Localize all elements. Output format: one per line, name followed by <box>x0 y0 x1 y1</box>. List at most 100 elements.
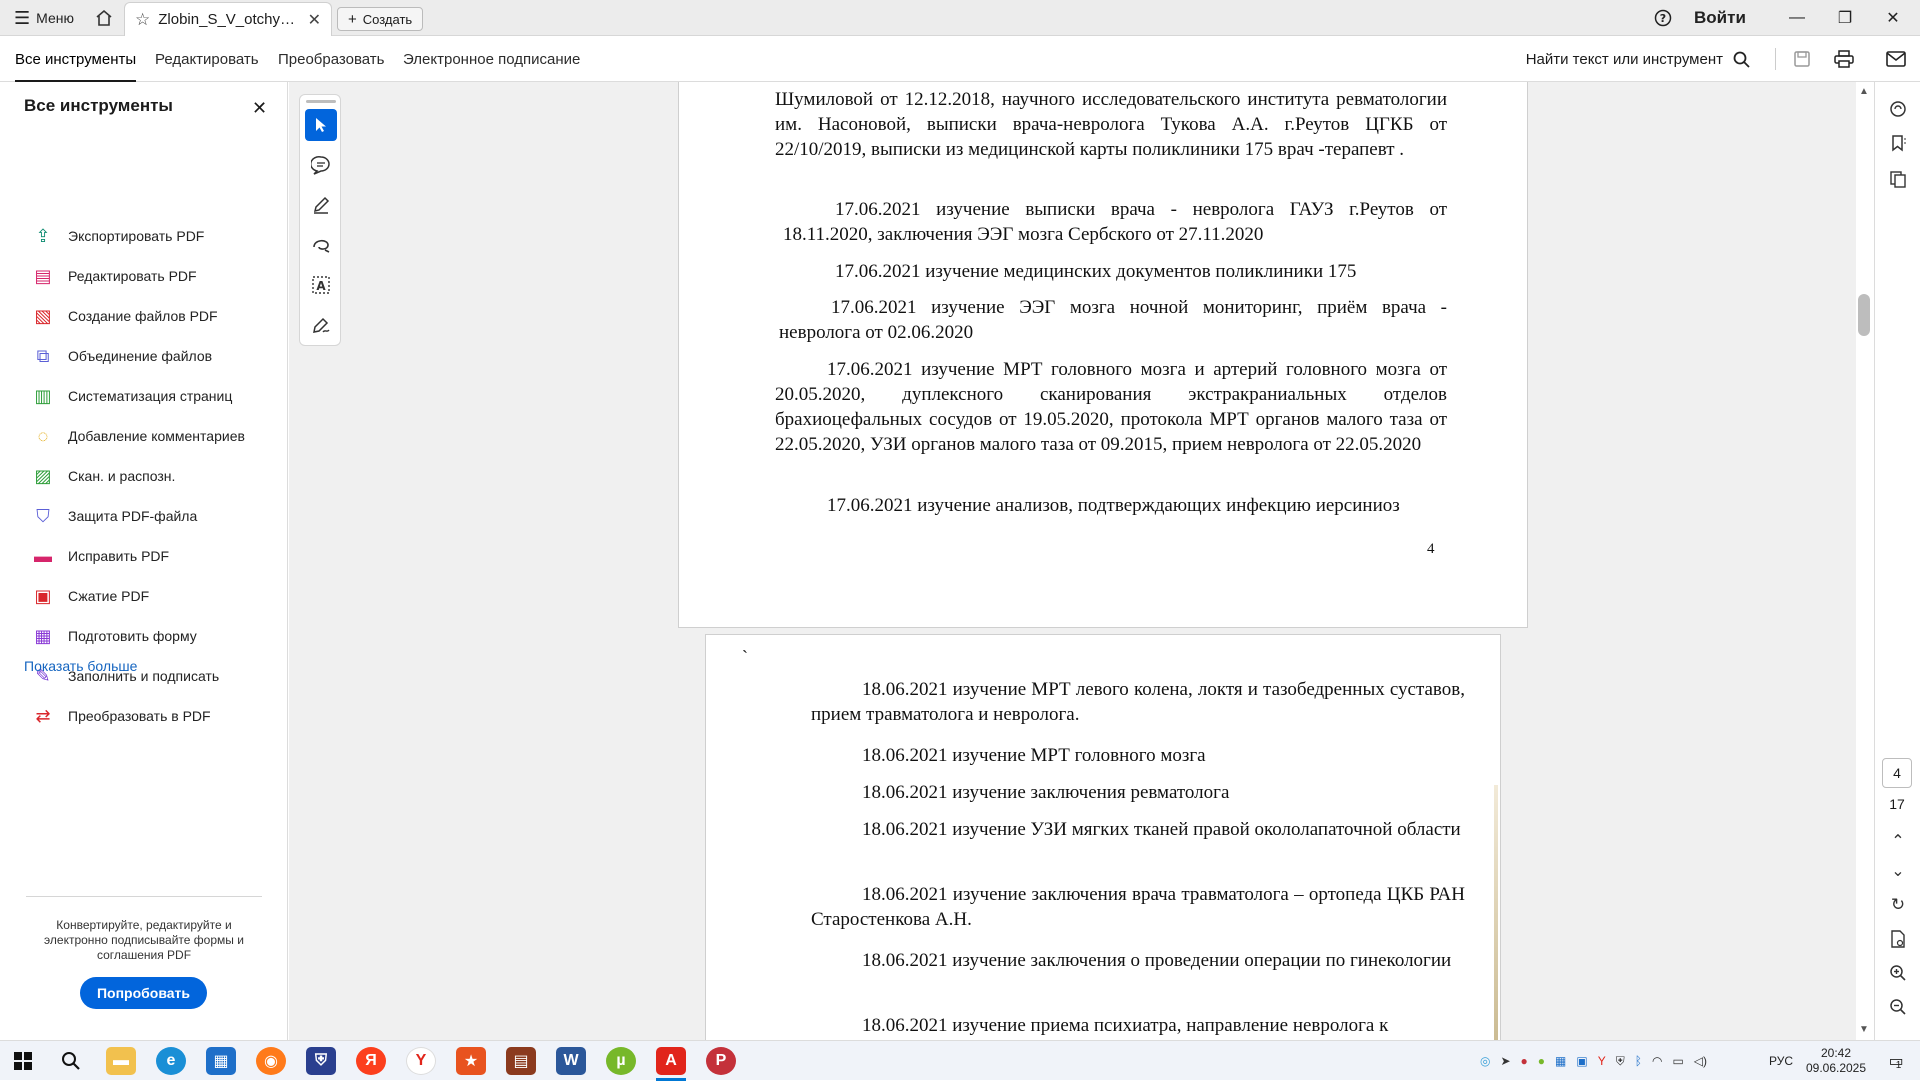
draw-tool-button[interactable] <box>305 229 337 261</box>
document-viewport[interactable]: Шумиловой от 12.12.2018, научного исслед… <box>289 82 1862 1040</box>
document-tab[interactable]: ☆ Zlobin_S_V_otchyot... ✕ <box>124 2 332 36</box>
language-indicator[interactable]: РУС <box>1769 1041 1793 1081</box>
sidebar-item-compress-pdf[interactable]: ▣ Сжатие PDF <box>32 582 149 610</box>
paragraph: 18.06.2021 изучение заключения врача тра… <box>811 884 1465 930</box>
minimize-icon: — <box>1789 9 1805 26</box>
all-tools-panel: Все инструменты ✕ ⇪ Экспортировать PDF ▤ Ре… <box>0 82 288 1040</box>
yandex-browser-app[interactable]: Y <box>406 1047 436 1075</box>
sidebar-item-redact-pdf[interactable]: ▬ Исправить PDF <box>32 542 169 570</box>
sidebar-item-organize-pages[interactable]: ▥ Систематизация страниц <box>32 382 232 410</box>
tab-all-tools[interactable]: Все инструменты <box>15 36 137 82</box>
bluetooth-icon[interactable]: ᛒ <box>1635 1054 1642 1068</box>
comments-panel-button[interactable] <box>1875 94 1920 124</box>
shield-app[interactable]: ⛨ <box>306 1047 336 1075</box>
sidebar-item-protect-pdf[interactable]: ⛉ Защита PDF-файла <box>32 502 197 530</box>
clock-date: 09.06.2025 <box>1805 1061 1867 1075</box>
sidebar-item-label: Защита PDF-файла <box>68 508 198 524</box>
close-window-button[interactable]: ✕ <box>1870 0 1916 36</box>
page-thumbnails-button[interactable] <box>1875 164 1920 194</box>
tray-p-icon[interactable]: ● <box>1521 1054 1528 1068</box>
tray-grid-icon[interactable]: ▦ <box>1555 1054 1566 1068</box>
sidebar-item-export-pdf[interactable]: ⇪ Экспортировать PDF <box>32 222 204 250</box>
restore-button[interactable]: ❐ <box>1822 0 1868 36</box>
sidebar-item-label: Объединение файлов <box>68 348 213 364</box>
minimize-button[interactable]: — <box>1774 0 1820 36</box>
clock[interactable]: 20:42 09.06.2025 <box>1805 1041 1867 1081</box>
try-button[interactable]: Попробовать <box>80 977 207 1009</box>
scroll-up-button[interactable]: ⌃ <box>1875 826 1920 856</box>
utorrent-app[interactable]: µ <box>606 1047 636 1075</box>
battery-icon[interactable]: ▭ <box>1672 1054 1683 1068</box>
comment-tool-button[interactable] <box>305 149 337 181</box>
sidebar-item-comment[interactable]: ◌ Добавление комментариев <box>32 422 245 450</box>
create-button[interactable]: + Создать <box>337 7 424 31</box>
yandex-app[interactable]: Я <box>356 1047 386 1075</box>
sidebar-item-create-pdf[interactable]: ▧ Создание файлов PDF <box>32 302 217 330</box>
scroll-down-button[interactable]: ⌄ <box>1875 856 1920 886</box>
sidebar-item-combine-files[interactable]: ⧉ Объединение файлов <box>32 342 213 370</box>
drag-handle[interactable] <box>306 100 336 103</box>
tray-window-icon[interactable]: ▣ <box>1576 1054 1587 1068</box>
edge-app[interactable]: e <box>156 1047 186 1075</box>
page-display-button[interactable] <box>1875 924 1920 954</box>
tab-convert[interactable]: Преобразовать <box>278 36 384 82</box>
scroll-up-icon[interactable]: ▲ <box>1859 86 1869 97</box>
sign-tool-button[interactable] <box>305 309 337 341</box>
tab-edit[interactable]: Редактировать <box>155 36 259 82</box>
menu-button[interactable]: ☰ Меню <box>14 0 74 36</box>
scroll-down-icon[interactable]: ▼ <box>1859 1024 1869 1035</box>
print-button[interactable] <box>1826 36 1862 82</box>
text-select-tool-button[interactable]: A <box>305 269 337 301</box>
bookmarks-button[interactable] <box>1875 128 1920 158</box>
start-button[interactable] <box>8 1047 38 1075</box>
sidebar-item-scan-ocr[interactable]: ▨ Скан. и распозн. <box>32 462 175 490</box>
sidebar-item-convert-to-pdf[interactable]: ⇄ Преобразовать в PDF <box>32 702 211 730</box>
compress-pdf-icon: ▣ <box>34 585 52 606</box>
sign-in-button[interactable]: Войти <box>1694 0 1746 36</box>
home-button[interactable] <box>92 0 116 36</box>
acrobat-app[interactable]: A <box>656 1047 686 1075</box>
close-tab-icon[interactable]: ✕ <box>308 10 321 30</box>
select-tool-button[interactable] <box>305 109 337 141</box>
zoom-out-button[interactable] <box>1875 992 1920 1022</box>
tab-e-sign[interactable]: Электронное подписание <box>403 36 580 82</box>
show-more-link[interactable]: Показать больше <box>24 658 137 674</box>
close-panel-icon[interactable]: ✕ <box>252 98 267 119</box>
game-app[interactable]: ★ <box>456 1047 486 1075</box>
tray-utorrent-icon[interactable]: ● <box>1538 1054 1545 1068</box>
paragraph: 17.06.2021 изучение медицинских документ… <box>835 261 1357 282</box>
telegram-icon[interactable]: ➤ <box>1500 1054 1510 1068</box>
save-button[interactable] <box>1784 36 1820 82</box>
sidebar-item-label: Преобразовать в PDF <box>68 708 211 724</box>
current-page-input[interactable]: 4 <box>1882 758 1912 788</box>
tray-app-icon[interactable]: ◎ <box>1480 1054 1490 1068</box>
sidebar-item-prepare-form[interactable]: ▦ Подготовить форму <box>32 622 196 650</box>
defender-icon[interactable]: ⛨ <box>1616 1054 1625 1069</box>
vertical-scrollbar[interactable]: ▲ ▼ <box>1856 82 1872 1040</box>
star-icon[interactable]: ☆ <box>135 10 150 30</box>
store-app[interactable]: ▦ <box>206 1047 236 1075</box>
svg-text:?: ? <box>1660 12 1666 25</box>
help-button[interactable]: ? <box>1652 0 1674 36</box>
comment-icon <box>311 156 330 175</box>
panel-title: Все инструменты <box>24 96 173 115</box>
notifications-button[interactable]: ▭ 1 <box>1880 1041 1910 1081</box>
scrollbar-thumb[interactable] <box>1858 294 1870 336</box>
tray-yandex-icon[interactable]: Y <box>1598 1054 1606 1068</box>
highlight-tool-button[interactable] <box>305 189 337 221</box>
rotate-button[interactable]: ↻ <box>1875 890 1920 920</box>
wifi-icon[interactable]: ◠ <box>1652 1054 1662 1068</box>
file-explorer-app[interactable]: ▬ <box>106 1047 136 1075</box>
freehand-icon <box>313 239 330 253</box>
close-icon: ✕ <box>1886 10 1900 27</box>
volume-icon[interactable]: ◁) <box>1694 1054 1707 1068</box>
email-button[interactable] <box>1878 36 1914 82</box>
search-taskbar-button[interactable] <box>56 1047 86 1075</box>
pdf-app[interactable]: P <box>706 1047 736 1075</box>
zoom-in-button[interactable] <box>1875 958 1920 988</box>
archiver-app[interactable]: ▤ <box>506 1047 536 1075</box>
word-app[interactable]: W <box>556 1047 586 1075</box>
firefox-app[interactable]: ◉ <box>256 1047 286 1075</box>
find-tool-search[interactable]: Найти текст или инструмент <box>1526 36 1750 82</box>
sidebar-item-edit-pdf[interactable]: ▤ Редактировать PDF <box>32 262 196 290</box>
